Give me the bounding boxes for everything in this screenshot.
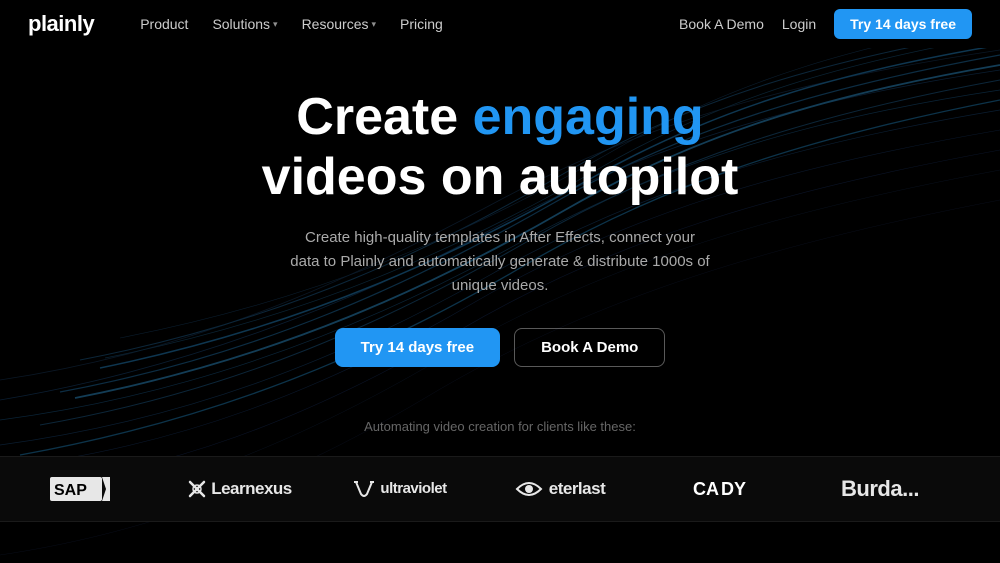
nav-item-solutions[interactable]: Solutions ▾ [202,12,287,36]
chevron-down-icon: ▾ [273,19,278,30]
svg-text:SAP: SAP [54,482,87,499]
navbar: plainly Product Solutions ▾ Resources ▾ … [0,0,1000,48]
hero-cta-secondary[interactable]: Book A Demo [514,328,665,367]
hero-title: Create engaging videos on autopilot [262,88,739,208]
chevron-down-icon: ▾ [371,19,376,30]
logos-label: Automating video creation for clients li… [0,419,1000,434]
logo-sap-2: SAP [960,473,1000,505]
hero-buttons: Try 14 days free Book A Demo [335,328,666,367]
hero-subtitle: Create high-quality templates in After E… [290,226,710,298]
nav-right: Book A Demo Login Try 14 days free [679,9,972,39]
logo-ultraviolet: ultraviolet [320,480,480,498]
hero-section: Create engaging videos on autopilot Crea… [0,88,1000,367]
hero-cta-primary[interactable]: Try 14 days free [335,328,500,367]
brand-logo[interactable]: plainly [28,11,94,37]
nav-cta-button[interactable]: Try 14 days free [834,9,972,39]
logo-sap: SAP [0,473,160,505]
nav-item-pricing[interactable]: Pricing [390,12,453,36]
book-demo-link[interactable]: Book A Demo [679,16,764,32]
nav-links: Product Solutions ▾ Resources ▾ Pricing [130,12,679,36]
login-link[interactable]: Login [782,16,816,32]
logos-strip: SAP Learnexus [0,456,1000,522]
logo-burda: Burda... [800,476,960,502]
logo-learnexus: Learnexus [160,479,320,499]
logos-section: Automating video creation for clients li… [0,419,1000,522]
logo-eterlast: eterlast [480,479,640,499]
nav-item-product[interactable]: Product [130,12,198,36]
nav-item-resources[interactable]: Resources ▾ [292,12,386,36]
logo-cady: CA DY [640,480,800,498]
